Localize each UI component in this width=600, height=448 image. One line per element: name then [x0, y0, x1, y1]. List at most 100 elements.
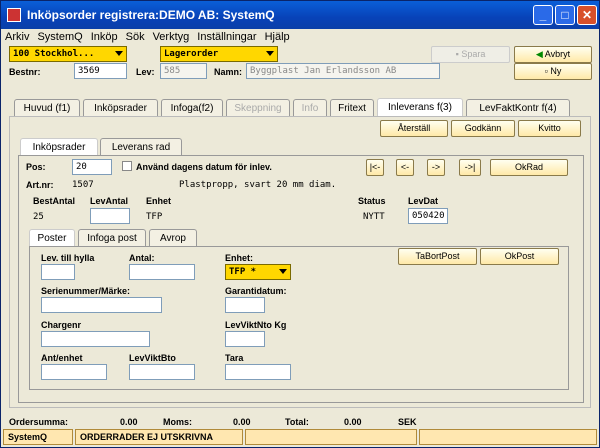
levvikt-nto-label: LevViktNto Kg — [225, 320, 287, 330]
levdat-field[interactable]: 050420 — [408, 208, 448, 224]
tab-info[interactable]: Info — [293, 99, 327, 117]
antal-label: Antal: — [129, 253, 155, 263]
chargenr-label: Chargenr — [41, 320, 82, 330]
menu-sok[interactable]: Sök — [122, 29, 149, 45]
garanti-field[interactable] — [225, 297, 265, 313]
namn-field[interactable]: Byggplast Jan Erlandsson AB — [246, 63, 440, 79]
bestantal-label: BestAntal — [33, 196, 76, 206]
tab-skeppning[interactable]: Skeppning — [226, 99, 290, 117]
menu-arkiv[interactable]: Arkiv — [1, 29, 33, 45]
last-button[interactable]: ->| — [459, 159, 481, 176]
status-field-4 — [419, 429, 597, 445]
article-description: Plastpropp, svart 20 mm diam. — [179, 180, 337, 190]
serienr-label: Serienummer/Märke: — [41, 286, 131, 296]
total-value: 0.00 — [344, 417, 362, 427]
enhet-label: Enhet — [146, 196, 172, 206]
tab-infoga-post[interactable]: Infoga post — [78, 229, 146, 247]
back-arrow-icon: ◀ — [535, 49, 545, 59]
enhet-select-value: TFP * — [229, 267, 257, 277]
lev-hylla-field[interactable] — [41, 264, 75, 280]
close-button[interactable]: ✕ — [577, 5, 597, 25]
minimize-button[interactable]: _ — [533, 5, 553, 25]
tab-avrop[interactable]: Avrop — [149, 229, 197, 247]
next-button[interactable]: -> — [427, 159, 445, 176]
tara-field[interactable] — [225, 364, 291, 380]
tab-inkopsrader[interactable]: Inköpsrader — [83, 99, 158, 117]
levvikt-nto-field[interactable] — [225, 331, 265, 347]
window-title: Inköpsorder registrera:DEMO AB: SystemQ — [27, 8, 275, 22]
order-type-value: Lagerorder — [164, 49, 219, 59]
menu-hjalp[interactable]: Hjälp — [261, 29, 294, 45]
avbryt-button[interactable]: ◀ Avbryt — [514, 46, 592, 63]
bestantal-value: 25 — [33, 212, 44, 222]
levvikt-bto-label: LevViktBto — [129, 353, 176, 363]
total-label: Total: — [285, 417, 309, 427]
ant-enhet-label: Ant/enhet — [41, 353, 83, 363]
enhet-post-label: Enhet: — [225, 253, 253, 263]
bestnr-field[interactable]: 3569 — [74, 63, 127, 79]
use-date-label: Använd dagens datum för inlev. — [136, 162, 272, 172]
tara-label: Tara — [225, 353, 244, 363]
enhet-value: TFP — [146, 212, 163, 222]
levdat-label: LevDat — [408, 196, 439, 206]
prev-button[interactable]: <- — [396, 159, 414, 176]
status-field-3 — [245, 429, 417, 445]
spara-label: Spara — [461, 49, 486, 59]
chevron-down-icon — [266, 51, 274, 56]
order-type-select[interactable]: Lagerorder — [160, 46, 278, 62]
enhet-select[interactable]: TFP * — [225, 264, 291, 280]
status-value: NYTT — [363, 212, 385, 222]
serienr-field[interactable] — [41, 297, 162, 313]
menu-bar: Arkiv SystemQ Inköp Sök Verktyg Inställningar… — [1, 29, 599, 45]
location-select[interactable]: 100 Stockhol... — [9, 46, 127, 62]
moms-value: 0.00 — [233, 417, 251, 427]
artnr-value: 1507 — [72, 180, 94, 190]
menu-inkop[interactable]: Inköp — [87, 29, 122, 45]
levvikt-bto-field[interactable] — [129, 364, 195, 380]
menu-systemq[interactable]: SystemQ — [33, 29, 86, 45]
tab-inleverans[interactable]: Inleverans f(3) — [377, 98, 463, 117]
levantal-field[interactable] — [90, 208, 130, 224]
subtab-leverans-rad[interactable]: Leverans rad — [100, 138, 182, 156]
ny-button[interactable]: ▫ Ny — [514, 63, 592, 80]
lev-label: Lev: — [136, 67, 155, 77]
okrad-button[interactable]: OkRad — [490, 159, 568, 176]
aterstall-button[interactable]: Återställ — [380, 120, 448, 137]
location-value: 100 Stockhol... — [13, 49, 95, 59]
tab-poster[interactable]: Poster — [29, 229, 75, 247]
okpost-button[interactable]: OkPost — [480, 248, 559, 265]
chevron-down-icon — [115, 51, 123, 56]
ant-enhet-field[interactable] — [41, 364, 107, 380]
poster-panel — [29, 246, 569, 390]
lev-hylla-label: Lev. till hylla — [41, 253, 95, 263]
tabortpost-button[interactable]: TaBortPost — [398, 248, 477, 265]
tab-fritext[interactable]: Fritext — [330, 99, 374, 117]
pos-label: Pos: — [26, 162, 46, 172]
first-button[interactable]: |<- — [366, 159, 384, 176]
menu-verktyg[interactable]: Verktyg — [149, 29, 194, 45]
tab-infoga[interactable]: Infoga(f2) — [161, 99, 223, 117]
garanti-label: Garantidatum: — [225, 286, 287, 296]
maximize-button[interactable]: □ — [555, 5, 575, 25]
pos-field[interactable]: 20 — [72, 159, 112, 175]
ordersumma-value: 0.00 — [120, 417, 138, 427]
title-bar: Inköpsorder registrera:DEMO AB: SystemQ … — [1, 1, 599, 29]
avbryt-label: Avbryt — [544, 49, 571, 59]
main-window: Inköpsorder registrera:DEMO AB: SystemQ … — [0, 0, 600, 448]
status-label: Status — [358, 196, 386, 206]
tab-levfaktkontr[interactable]: LevFaktKontr f(4) — [466, 99, 570, 117]
chargenr-field[interactable] — [41, 331, 150, 347]
ordersumma-label: Ordersumma: — [9, 417, 69, 427]
kvitto-button[interactable]: Kvitto — [518, 120, 581, 137]
menu-installningar[interactable]: Inställningar — [193, 29, 260, 45]
tab-huvud[interactable]: Huvud (f1) — [14, 99, 80, 117]
subtab-inkopsrader[interactable]: Inköpsrader — [20, 138, 98, 156]
currency-label: SEK — [398, 417, 417, 427]
spara-button[interactable]: ▪ Spara — [431, 46, 510, 63]
app-icon — [7, 8, 21, 22]
use-date-checkbox[interactable] — [122, 161, 132, 171]
antal-field[interactable] — [129, 264, 195, 280]
godkann-button[interactable]: Godkänn — [451, 120, 515, 137]
chevron-down-icon — [279, 269, 287, 274]
lev-field[interactable]: 585 — [160, 63, 207, 79]
